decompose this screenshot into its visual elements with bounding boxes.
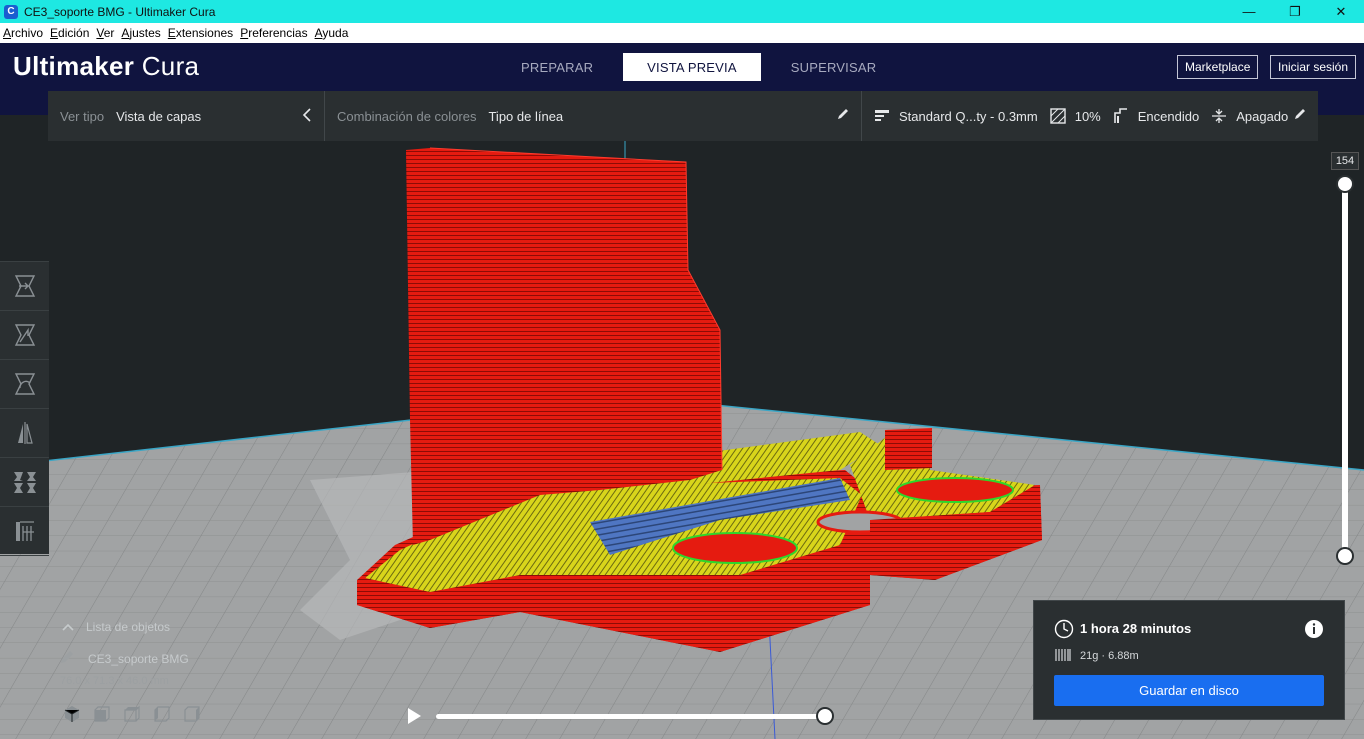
object-list-toggle[interactable]: Lista de objetos [62,620,170,634]
chevron-left-icon [302,108,312,125]
infill-value: 10% [1074,108,1101,124]
layer-slider-upper-handle[interactable] [1336,175,1354,193]
pencil-icon [60,650,74,667]
adhesion-item: Apagado [1211,108,1288,124]
spool-icon [1055,647,1071,668]
top-view-icon[interactable] [122,705,142,723]
color-scheme-selector[interactable]: Combinación de colores Tipo de línea [325,91,862,141]
per-model-settings-icon[interactable] [0,458,49,507]
tab-supervisar[interactable]: SUPERVISAR [775,53,893,81]
layer-slider-track[interactable] [1342,184,1348,556]
menu-archivo[interactable]: Archivo [3,26,43,40]
profile-item: Standard Q...ty - 0.3mm [874,108,1038,124]
right-view-icon[interactable] [182,705,202,723]
profile-icon [874,108,890,124]
ultimaker-cura-logo: Ultimaker Cura [13,51,200,81]
path-simulation-track[interactable] [436,714,826,719]
title-bar: C CE3_soporte BMG - Ultimaker Cura — ❐ ✕ [0,0,1364,23]
left-tool-panel [0,261,49,556]
mirror-tool-icon[interactable] [0,409,49,458]
menu-ajustes[interactable]: Ajustes [121,26,160,40]
minimize-button[interactable]: — [1226,0,1272,23]
left-view-icon[interactable] [152,705,172,723]
signin-button[interactable]: Iniciar sesión [1270,55,1357,79]
clock-icon [1054,619,1074,644]
rotate-tool-icon[interactable] [0,360,49,409]
3d-view-icon[interactable] [62,705,82,723]
move-tool-icon[interactable] [0,262,49,311]
close-button[interactable]: ✕ [1318,0,1364,23]
print-information-panel: 1 hora 28 minutos 21g · 6.88m Guardar en… [1033,600,1345,720]
pencil-icon [837,108,849,123]
material-usage: 21g · 6.88m [1080,650,1139,662]
layer-slider-lower-handle[interactable] [1336,547,1354,565]
infill-icon [1050,108,1066,124]
object-name: CE3_soporte BMG [88,651,189,666]
info-icon[interactable] [1304,619,1324,644]
print-time: 1 hora 28 minutos [1080,621,1192,636]
view-toolbar: Ver tipo Vista de capas Combinación de c… [48,91,1318,141]
support-icon [1113,108,1129,124]
scale-tool-icon[interactable] [0,311,49,360]
color-scheme-label: Combinación de colores [337,108,477,124]
view-type-label: Ver tipo [60,108,105,124]
tab-preparar[interactable]: PREPARAR [505,53,609,81]
cura-app-icon: C [4,4,18,19]
adhesion-icon [1211,108,1227,124]
object-name-row[interactable]: CE3_soporte BMG [60,650,189,667]
play-icon[interactable] [405,707,423,725]
profile-value: Standard Q...ty - 0.3mm [899,108,1038,124]
support-value: Encendido [1137,108,1200,124]
view-type-selector[interactable]: Ver tipo Vista de capas [48,91,325,141]
infill-item: 10% [1050,108,1101,124]
print-settings-selector[interactable]: Standard Q...ty - 0.3mm 10% Encendido Ap… [862,91,1318,141]
menu-ver[interactable]: Ver [96,26,114,40]
stage-tabs: PREPARAR VISTA PREVIA SUPERVISAR [505,53,892,81]
chevron-up-icon [62,620,74,634]
save-to-disk-button[interactable]: Guardar en disco [1054,675,1324,706]
object-list-label: Lista de objetos [86,620,171,634]
tab-vista-previa[interactable]: VISTA PREVIA [623,53,761,81]
menu-ayuda[interactable]: Ayuda [315,26,349,40]
menu-edicion[interactable]: Edición [50,26,89,40]
object-dimensions: 76.0 x 71.3 x 46.0 mm [60,675,169,687]
support-blocker-icon[interactable] [0,507,49,556]
adhesion-value: Apagado [1236,108,1289,124]
maximize-button[interactable]: ❐ [1272,0,1318,23]
color-scheme-value: Tipo de línea [488,108,564,124]
menu-preferencias[interactable]: Preferencias [240,26,307,40]
menu-extensiones[interactable]: Extensiones [168,26,233,40]
path-simulation-handle[interactable] [816,707,834,725]
support-item: Encendido [1113,108,1199,124]
layer-number-field[interactable]: 154 [1331,152,1359,170]
camera-view-buttons [62,705,212,723]
view-type-value: Vista de capas [116,108,202,124]
menu-bar: Archivo Edición Ver Ajustes Extensiones … [0,23,1364,43]
pencil-icon [1294,108,1306,123]
window-title: CE3_soporte BMG - Ultimaker Cura [24,4,216,19]
marketplace-button[interactable]: Marketplace [1177,55,1259,79]
front-view-icon[interactable] [92,705,112,723]
